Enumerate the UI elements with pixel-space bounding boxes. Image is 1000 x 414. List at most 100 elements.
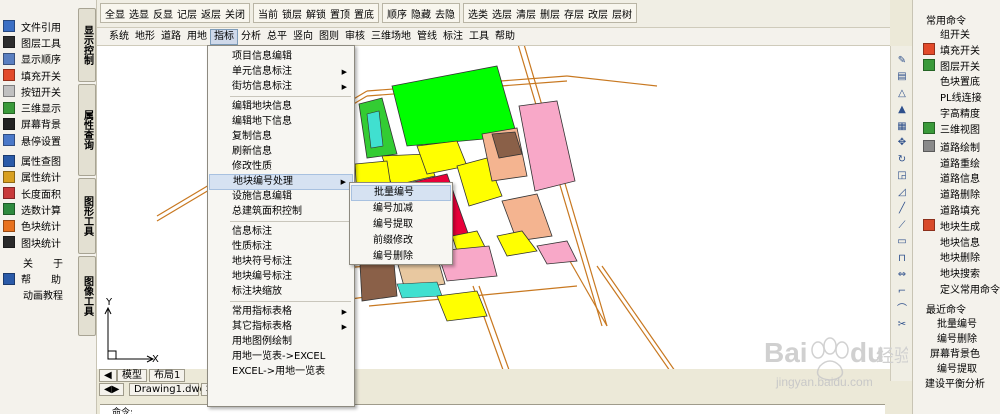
pen-icon[interactable]: ✎ bbox=[895, 54, 909, 66]
menu-4[interactable]: 指标 bbox=[210, 28, 238, 45]
context-menu-item[interactable]: 单元信息标注 ▶ bbox=[209, 64, 353, 80]
common-command-item[interactable]: 色块置底 bbox=[940, 73, 980, 88]
menu-5[interactable]: 分析 bbox=[238, 29, 264, 45]
toolbar-button[interactable]: 去隐 bbox=[433, 6, 457, 21]
left-menu-item[interactable]: 长度面积 bbox=[3, 185, 75, 201]
toolbar-button[interactable]: 顺序 bbox=[385, 6, 409, 21]
bracket-icon[interactable]: ⊓ bbox=[895, 252, 909, 264]
toolbar-button[interactable]: 锁层 bbox=[280, 6, 304, 21]
common-command-item[interactable]: 道路重绘 bbox=[940, 155, 980, 170]
menu-14[interactable]: 帮助 bbox=[492, 29, 518, 45]
left-menu-item[interactable]: 属性查图 bbox=[3, 152, 75, 168]
tab-model[interactable]: 模型 bbox=[117, 369, 147, 382]
toolbar-button[interactable]: 记层 bbox=[175, 6, 199, 21]
rect-icon[interactable]: ▭ bbox=[895, 236, 909, 248]
context-menu-item[interactable]: 设施信息编辑 bbox=[209, 189, 353, 205]
menu-2[interactable]: 道路 bbox=[158, 29, 184, 45]
tab-property-query[interactable]: 属性查询 bbox=[78, 84, 96, 176]
toolbar-button[interactable]: 置顶 bbox=[328, 6, 352, 21]
tab-display-control[interactable]: 显示控制 bbox=[78, 8, 96, 82]
menu-9[interactable]: 审核 bbox=[342, 29, 368, 45]
left-menu-item[interactable]: 悬停设置 bbox=[3, 132, 75, 148]
context-menu-item[interactable]: 刷新信息 bbox=[209, 144, 353, 160]
context-menu-item[interactable]: EXCEL->用地一览表 bbox=[209, 364, 353, 380]
common-command-item[interactable]: 地块信息 bbox=[940, 234, 980, 249]
context-menu-item[interactable]: 其它指标表格 ▶ bbox=[209, 319, 353, 335]
context-menu-item[interactable]: 编辑地块信息 bbox=[209, 99, 353, 115]
context-menu-item[interactable]: 地块编号标注 bbox=[209, 269, 353, 285]
toolbar-button[interactable]: 隐藏 bbox=[409, 6, 433, 21]
common-command-item[interactable]: 道路信息 bbox=[940, 170, 980, 185]
common-command-item[interactable]: 填充开关 bbox=[923, 42, 980, 57]
recent-command-item[interactable]: 建设平衡分析 bbox=[925, 375, 985, 390]
common-command-item[interactable]: 道路绘制 bbox=[923, 139, 980, 154]
rotate-icon[interactable]: ↻ bbox=[895, 153, 909, 165]
scale-icon[interactable]: ◲ bbox=[895, 170, 909, 182]
common-command-item[interactable]: 组开关 bbox=[940, 26, 970, 41]
submenu-item[interactable]: 批量编号 bbox=[351, 185, 451, 201]
context-menu-item[interactable]: 地块编号处理 ▶ bbox=[209, 174, 353, 190]
triangle-icon[interactable]: △ bbox=[895, 87, 909, 99]
menu-12[interactable]: 标注 bbox=[440, 29, 466, 45]
menu-10[interactable]: 三维场地 bbox=[368, 29, 414, 45]
toolbar-button[interactable]: 删层 bbox=[538, 6, 562, 21]
menu-11[interactable]: 管线 bbox=[414, 29, 440, 45]
toolbar-button[interactable]: 反显 bbox=[151, 6, 175, 21]
context-menu-item[interactable]: 用地一览表->EXCEL bbox=[209, 349, 353, 365]
left-menu-item[interactable]: 动画教程 bbox=[3, 287, 75, 303]
line-icon[interactable]: ╱ bbox=[895, 203, 909, 215]
toolbar-button[interactable]: 改层 bbox=[586, 6, 610, 21]
left-menu-item[interactable]: 文件引用 bbox=[3, 18, 75, 34]
context-menu-item[interactable]: 总建筑面积控制 bbox=[209, 204, 353, 220]
menu-6[interactable]: 总平 bbox=[264, 29, 290, 45]
context-menu-item[interactable]: 编辑地下信息 bbox=[209, 114, 353, 130]
recent-command-item[interactable]: 批量编号 bbox=[937, 315, 977, 330]
recent-command-item[interactable]: 编号提取 bbox=[937, 360, 977, 375]
arc-icon[interactable]: ⌒ bbox=[895, 302, 909, 315]
left-menu-item[interactable]: 图层工具 bbox=[3, 34, 75, 50]
left-menu-item[interactable]: 图块统计 bbox=[3, 234, 75, 250]
context-menu-item[interactable]: 复制信息 bbox=[209, 129, 353, 145]
left-menu-item[interactable]: 填充开关 bbox=[3, 67, 75, 83]
toolbar-button[interactable]: 选层 bbox=[490, 6, 514, 21]
toolbar-button[interactable]: 全显 bbox=[103, 6, 127, 21]
corner-icon[interactable]: ⌐ bbox=[895, 285, 909, 297]
context-menu-item[interactable]: 街坊信息标注 ▶ bbox=[209, 79, 353, 95]
move-icon[interactable]: ✥ bbox=[895, 137, 909, 149]
common-command-item[interactable]: 道路删除 bbox=[940, 186, 980, 201]
menu-1[interactable]: 地形 bbox=[132, 29, 158, 45]
left-menu-item[interactable]: 帮 助 bbox=[3, 270, 75, 286]
menu-7[interactable]: 竖向 bbox=[290, 29, 316, 45]
common-command-item[interactable]: 地块生成 bbox=[923, 218, 980, 233]
file-tab-nav[interactable]: ◀▶ bbox=[99, 383, 125, 396]
tab-nav-prev[interactable]: ◀ bbox=[99, 369, 117, 382]
common-command-item[interactable]: 道路填充 bbox=[940, 202, 980, 217]
menu-13[interactable]: 工具 bbox=[466, 29, 492, 45]
common-command-item[interactable]: 地块搜索 bbox=[940, 265, 980, 280]
context-menu-item[interactable]: 地块符号标注 bbox=[209, 254, 353, 270]
tab-graphic-tools[interactable]: 图形工具 bbox=[78, 178, 96, 254]
context-menu-item[interactable]: 常用指标表格 ▶ bbox=[209, 304, 353, 320]
context-menu-item[interactable]: 用地图例绘制 bbox=[209, 334, 353, 350]
tab-image-tools[interactable]: 图像工具 bbox=[78, 256, 96, 336]
submenu-item[interactable]: 前缀修改 bbox=[351, 233, 451, 249]
toolbar-button[interactable]: 层树 bbox=[610, 6, 634, 21]
submenu-item[interactable]: 编号删除 bbox=[351, 249, 451, 265]
common-command-item[interactable]: 图层开关 bbox=[923, 58, 980, 73]
menu-8[interactable]: 图则 bbox=[316, 29, 342, 45]
toolbar-button[interactable]: 清层 bbox=[514, 6, 538, 21]
context-menu-item[interactable]: 标注块缩放 bbox=[209, 284, 353, 300]
toolbar-button[interactable]: 选显 bbox=[127, 6, 151, 21]
toolbar-button[interactable]: 选类 bbox=[466, 6, 490, 21]
grid-icon[interactable]: ▦ bbox=[895, 120, 909, 132]
toolbar-button[interactable]: 返层 bbox=[199, 6, 223, 21]
left-menu-item[interactable]: 三维显示 bbox=[3, 99, 75, 115]
toolbar-button[interactable]: 当前 bbox=[256, 6, 280, 21]
recent-command-item[interactable]: 屏幕背景色 bbox=[930, 345, 980, 360]
mountain-icon[interactable]: ▲ bbox=[895, 104, 909, 116]
submenu-item[interactable]: 编号提取 bbox=[351, 217, 451, 233]
common-command-item[interactable]: 定义常用命令 bbox=[940, 281, 1000, 296]
recent-command-item[interactable]: 编号删除 bbox=[937, 330, 977, 345]
context-menu-item[interactable]: 项目信息编辑 bbox=[209, 49, 353, 65]
context-menu-item[interactable]: 修改性质 bbox=[209, 159, 353, 175]
